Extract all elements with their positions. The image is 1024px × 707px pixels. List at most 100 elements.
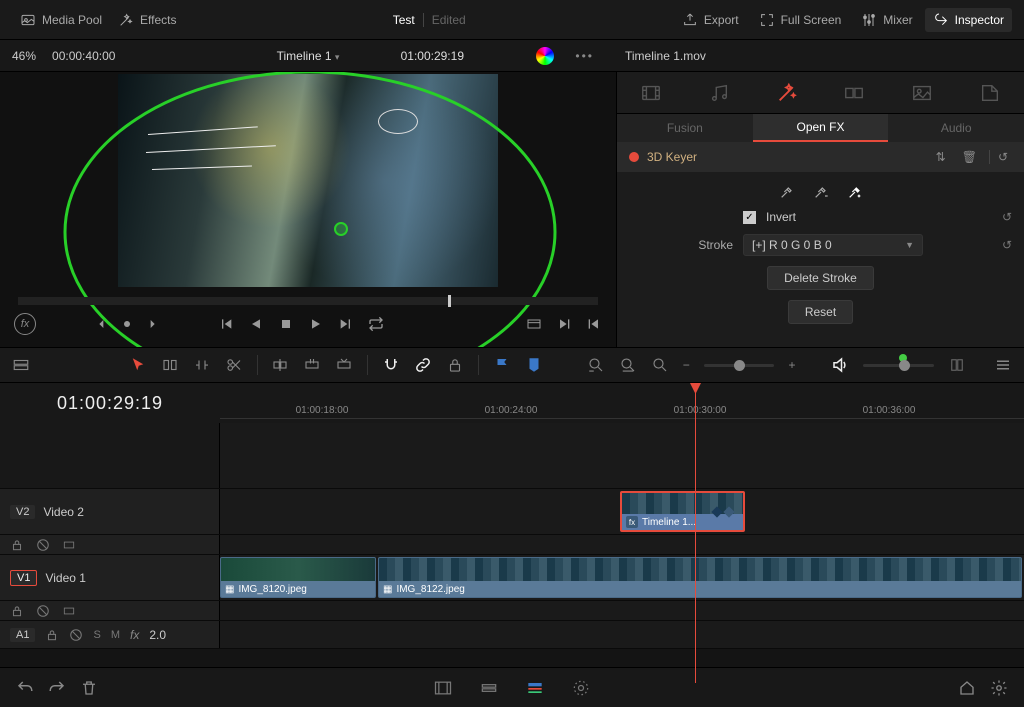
lock-icon[interactable] xyxy=(446,356,464,374)
volume-slider[interactable] xyxy=(863,364,934,367)
edit-page-icon[interactable] xyxy=(525,678,545,698)
eyedropper-add-icon[interactable] xyxy=(779,184,795,200)
match-frame-icon[interactable] xyxy=(526,316,542,332)
stroke-select[interactable]: [+] R 0 G 0 B 0 ▼ xyxy=(743,234,923,256)
replace-clip-icon[interactable] xyxy=(335,356,353,374)
prev-frame-icon[interactable] xyxy=(94,316,110,332)
track-header-v2[interactable]: V2 Video 2 xyxy=(0,489,220,534)
subtab-fusion[interactable]: Fusion xyxy=(617,114,753,142)
viewer-scrubber[interactable] xyxy=(18,297,598,305)
viewer-canvas[interactable] xyxy=(118,74,498,287)
go-start-icon[interactable] xyxy=(218,316,234,332)
clip-img2[interactable]: ▦IMG_8122.jpeg xyxy=(378,557,1022,598)
effect-header[interactable]: 3D Keyer ⇅ 🗑 ↺ xyxy=(617,142,1024,172)
undo-icon[interactable] xyxy=(16,679,34,697)
mixer-button[interactable]: Mixer xyxy=(853,8,920,32)
invert-checkbox[interactable]: ✓ xyxy=(743,211,756,224)
trash-icon[interactable]: 🗑 xyxy=(958,150,981,164)
effects-button[interactable]: Effects xyxy=(110,8,184,32)
track-volume[interactable]: 2.0 xyxy=(149,628,166,642)
zoom-fit-icon[interactable] xyxy=(619,356,637,374)
zoom-out-range-icon[interactable] xyxy=(587,356,605,374)
go-end-icon[interactable] xyxy=(338,316,354,332)
dynamic-trim-icon[interactable] xyxy=(193,356,211,374)
disable-track-icon[interactable] xyxy=(36,538,50,552)
selection-tool-icon[interactable] xyxy=(129,356,147,374)
redo-icon[interactable] xyxy=(48,679,66,697)
cut-page-icon[interactable] xyxy=(479,678,499,698)
solo-button[interactable]: S xyxy=(93,629,100,641)
timeline-name-dropdown[interactable]: Timeline 1 ▾ xyxy=(0,49,616,63)
eyedropper-pick-icon[interactable] xyxy=(847,184,863,200)
view-track-icon[interactable] xyxy=(62,538,76,552)
play-icon[interactable] xyxy=(308,316,324,332)
lock-track-icon[interactable] xyxy=(10,604,24,618)
fullscreen-button[interactable]: Full Screen xyxy=(751,8,850,32)
stop-icon[interactable] xyxy=(278,316,294,332)
inspector-button[interactable]: Inspector xyxy=(925,8,1012,32)
snap-icon[interactable] xyxy=(382,356,400,374)
reset-button[interactable]: Reset xyxy=(788,300,853,324)
track-header-a1[interactable]: A1 S M fx 2.0 xyxy=(0,621,220,648)
link-icon[interactable] xyxy=(414,356,432,374)
flag-icon[interactable] xyxy=(493,356,511,374)
viewer-timecode[interactable]: 01:00:29:19 xyxy=(401,49,464,63)
color-wheel-icon[interactable] xyxy=(536,47,554,65)
volume-icon[interactable] xyxy=(831,356,849,374)
zoom-slider[interactable] xyxy=(704,364,775,367)
track-fx-label[interactable]: fx xyxy=(130,628,139,642)
timeline-timecode[interactable]: 01:00:29:19 xyxy=(0,393,220,414)
audio-tab-icon[interactable] xyxy=(708,82,730,104)
fusion-page-icon[interactable] xyxy=(571,678,591,698)
image-tab-icon[interactable] xyxy=(911,82,933,104)
subtab-openfx[interactable]: Open FX xyxy=(753,114,889,142)
disable-track-icon[interactable] xyxy=(69,628,83,642)
loop-icon[interactable] xyxy=(368,316,384,332)
effects-tab-icon[interactable] xyxy=(776,82,798,104)
transition-tab-icon[interactable] xyxy=(843,82,865,104)
home-icon[interactable] xyxy=(958,679,976,697)
playhead[interactable] xyxy=(695,383,696,683)
effect-enable-dot[interactable] xyxy=(629,152,639,162)
marker-icon[interactable] xyxy=(525,356,543,374)
clip-nested-timeline[interactable]: fxTimeline 1... xyxy=(620,491,745,532)
disable-track-icon[interactable] xyxy=(36,604,50,618)
sort-icon[interactable]: ⇅ xyxy=(932,150,950,164)
track-tag-a1[interactable]: A1 xyxy=(10,628,35,642)
timeline-view-icon[interactable] xyxy=(12,356,30,374)
media-page-icon[interactable] xyxy=(433,678,453,698)
next-clip-icon[interactable] xyxy=(556,316,572,332)
bypass-fx-button[interactable]: fx xyxy=(14,313,36,335)
next-frame-icon[interactable] xyxy=(144,316,160,332)
eyedropper-sub-icon[interactable] xyxy=(813,184,829,200)
reset-effect-icon[interactable]: ↺ xyxy=(989,150,1012,164)
lock-track-icon[interactable] xyxy=(10,538,24,552)
zoom-custom-icon[interactable] xyxy=(651,356,669,374)
mute-icon[interactable] xyxy=(948,356,966,374)
invert-reset-icon[interactable]: ↺ xyxy=(1002,210,1012,224)
delete-icon[interactable] xyxy=(80,679,98,697)
play-reverse-icon[interactable] xyxy=(248,316,264,332)
track-header-v1[interactable]: V1 Video 1 xyxy=(0,555,220,600)
timeline-menu-icon[interactable] xyxy=(994,356,1012,374)
clip-img1[interactable]: ▦IMG_8120.jpeg xyxy=(220,557,376,598)
delete-stroke-button[interactable]: Delete Stroke xyxy=(767,266,874,290)
mute-button[interactable]: M xyxy=(111,629,120,641)
view-track-icon[interactable] xyxy=(62,604,76,618)
viewer-menu-button[interactable]: ••• xyxy=(575,49,594,63)
track-tag-v2[interactable]: V2 xyxy=(10,505,35,519)
blade-tool-icon[interactable] xyxy=(225,356,243,374)
video-tab-icon[interactable] xyxy=(640,82,662,104)
subtab-audio[interactable]: Audio xyxy=(888,114,1024,142)
marker-dot-icon[interactable] xyxy=(124,321,130,327)
timeline-ruler[interactable]: 01:00:18:00 01:00:24:00 01:00:30:00 01:0… xyxy=(220,383,1024,423)
export-button[interactable]: Export xyxy=(674,8,747,32)
prev-clip-icon[interactable] xyxy=(586,316,602,332)
insert-clip-icon[interactable] xyxy=(271,356,289,374)
lock-track-icon[interactable] xyxy=(45,628,59,642)
file-tab-icon[interactable] xyxy=(979,82,1001,104)
trim-tool-icon[interactable] xyxy=(161,356,179,374)
stroke-reset-icon[interactable]: ↺ xyxy=(1002,238,1012,252)
overwrite-clip-icon[interactable] xyxy=(303,356,321,374)
media-pool-button[interactable]: Media Pool xyxy=(12,8,110,32)
